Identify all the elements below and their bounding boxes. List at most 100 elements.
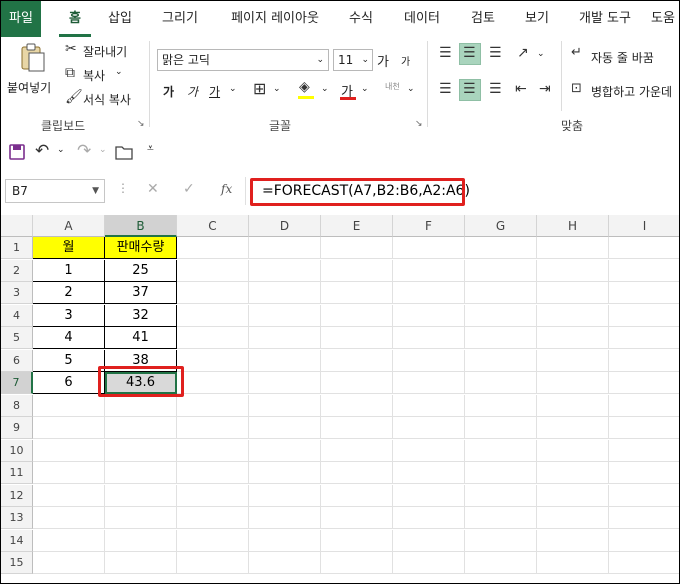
cell[interactable] [105,507,177,529]
cell[interactable] [249,417,321,439]
cell[interactable] [33,529,105,552]
cell[interactable] [249,349,321,372]
cell[interactable] [177,304,249,327]
cell[interactable] [609,440,679,462]
cell[interactable] [537,484,609,507]
cell[interactable] [465,282,537,304]
cell[interactable] [321,552,393,574]
table-cell[interactable]: 41 [105,327,177,349]
cell[interactable] [105,439,177,462]
cell[interactable] [321,439,393,462]
cell[interactable] [177,259,249,282]
table-header-cell[interactable]: 월 [33,237,105,259]
fill-color-icon[interactable]: ◈ [299,79,310,95]
cell[interactable] [393,529,465,552]
phonetic-button[interactable]: 내천 [385,81,400,92]
increase-indent-icon[interactable]: ⇥ [539,81,551,97]
cell[interactable] [609,507,679,529]
cell[interactable] [177,507,249,529]
cell[interactable] [177,282,249,304]
row-header[interactable]: 2 [1,259,33,282]
row-header[interactable]: 14 [1,529,33,552]
cell[interactable] [393,417,465,439]
table-cell[interactable]: 6 [33,372,105,394]
column-header-b[interactable]: B [105,215,177,237]
merge-center-button[interactable]: 병합하고 가운데 [591,83,672,100]
cell[interactable] [609,327,679,349]
cell[interactable] [393,439,465,462]
increase-font-button[interactable]: 가 [377,51,389,70]
align-bottom-icon[interactable]: ☰ [489,45,502,61]
tab-developer[interactable]: 개발 도구 [571,1,639,37]
cell[interactable] [249,372,321,394]
wrap-text-button[interactable]: 자동 줄 바꿈 [591,49,654,66]
name-box[interactable]: B7 ▼ [5,179,105,203]
row-header[interactable]: 13 [1,507,33,529]
cell[interactable] [465,372,537,394]
cell[interactable] [537,417,609,439]
row-header[interactable]: 6 [1,349,33,372]
table-cell[interactable]: 32 [105,304,177,327]
align-right-icon[interactable]: ☰ [489,81,502,97]
cell[interactable] [177,394,249,417]
column-header-h[interactable]: H [537,215,609,237]
cell[interactable] [249,507,321,529]
cell[interactable] [537,439,609,462]
row-header[interactable]: 11 [1,462,33,484]
cell[interactable] [537,282,609,304]
save-icon[interactable] [9,144,25,160]
column-header-e[interactable]: E [321,215,393,237]
cell[interactable] [537,327,609,349]
bold-button[interactable]: 가 [163,83,174,100]
cell[interactable] [393,484,465,507]
cell[interactable] [249,462,321,484]
cell[interactable] [609,260,679,282]
row-header[interactable]: 1 [1,237,33,259]
cell[interactable] [105,394,177,417]
cell[interactable] [321,327,393,349]
row-header[interactable]: 10 [1,439,33,462]
cell[interactable] [33,417,105,439]
cell[interactable] [177,417,249,439]
cell[interactable] [33,507,105,529]
cell[interactable] [321,304,393,327]
cell[interactable] [537,529,609,552]
cell[interactable] [537,394,609,417]
cell[interactable] [465,484,537,507]
font-size-select[interactable]: 11 ⌄ [333,49,373,71]
table-cell[interactable]: 37 [105,282,177,304]
cell[interactable] [321,237,393,259]
cell[interactable] [609,372,679,394]
row-header[interactable]: 3 [1,282,33,304]
row-header[interactable]: 15 [1,552,33,574]
table-cell[interactable]: 1 [33,259,105,282]
undo-icon[interactable]: ↶ [35,141,49,161]
tab-help[interactable]: 도움 [651,1,679,37]
cell[interactable] [321,484,393,507]
cell[interactable] [609,552,679,574]
cell[interactable] [393,282,465,304]
row-header[interactable]: 4 [1,304,33,327]
cell[interactable] [321,529,393,552]
tab-draw[interactable]: 그리기 [155,1,205,37]
tab-formulas[interactable]: 수식 [343,1,379,37]
cell[interactable] [249,304,321,327]
row-header[interactable]: 7 [1,372,33,394]
cell[interactable] [393,462,465,484]
column-header-i[interactable]: I [609,215,679,237]
cell[interactable] [393,237,465,259]
column-header-a[interactable]: A [33,215,105,237]
cell[interactable] [393,507,465,529]
cell[interactable] [609,282,679,304]
table-cell[interactable]: 4 [33,327,105,349]
tab-insert[interactable]: 삽입 [103,1,137,37]
merge-center-icon[interactable]: ⊡ [571,81,582,96]
cell[interactable] [465,462,537,484]
cell[interactable] [609,395,679,417]
italic-button[interactable]: 가 [187,83,198,100]
cell[interactable] [537,462,609,484]
cell[interactable] [465,237,537,259]
cut-button[interactable]: ✂ 잘라내기 [63,41,143,61]
cell[interactable] [105,552,177,574]
cell[interactable] [537,237,609,259]
